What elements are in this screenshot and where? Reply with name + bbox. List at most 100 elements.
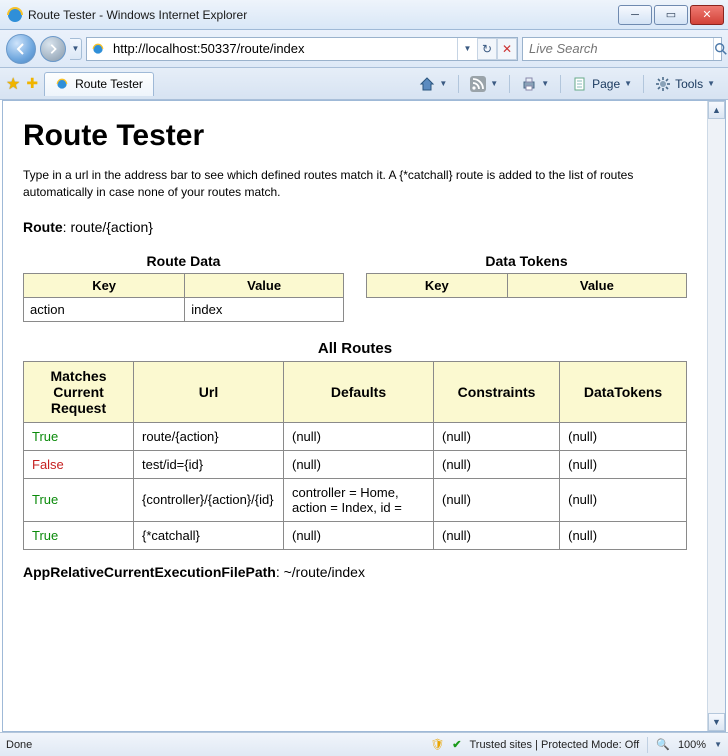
cell-datatokens: (null) <box>560 422 687 450</box>
cell-constraints: (null) <box>434 478 560 521</box>
col-key: Key <box>24 273 185 297</box>
print-button[interactable]: ▼ <box>514 72 556 96</box>
zoom-icon[interactable]: 🔍 <box>656 738 670 751</box>
all-routes-table: Matches Current Request Url Defaults Con… <box>23 361 687 550</box>
cell-constraints: (null) <box>434 450 560 478</box>
page-content: Route Tester Type in a url in the addres… <box>3 101 707 731</box>
search-input[interactable] <box>523 39 713 58</box>
table-row: action index <box>24 297 344 321</box>
route-data-table: Key Value action index <box>23 273 344 322</box>
chevron-down-icon: ▼ <box>439 79 447 88</box>
tools-menu-label: Tools <box>675 77 703 91</box>
cell-key: action <box>24 297 185 321</box>
search-icon <box>714 42 728 56</box>
route-data-title: Route Data <box>23 253 344 269</box>
col-value: Value <box>185 273 344 297</box>
data-tokens-title: Data Tokens <box>366 253 687 269</box>
route-value: route/{action} <box>70 219 153 235</box>
col-value: Value <box>507 273 686 297</box>
col-constraints: Constraints <box>434 361 560 422</box>
col-matches: Matches Current Request <box>24 361 134 422</box>
tab-title: Route Tester <box>75 77 143 91</box>
page-description: Type in a url in the address bar to see … <box>23 167 687 201</box>
col-defaults: Defaults <box>284 361 434 422</box>
stop-button[interactable]: ✕ <box>497 38 517 60</box>
cell-constraints: (null) <box>434 422 560 450</box>
col-key: Key <box>367 273 508 297</box>
address-bar: ▼ ↻ ✕ <box>86 37 518 61</box>
route-label: Route <box>23 219 63 235</box>
tools-menu[interactable]: Tools ▼ <box>648 72 722 96</box>
cell-defaults: (null) <box>284 422 434 450</box>
cell-match: True <box>24 478 134 521</box>
col-url: Url <box>134 361 284 422</box>
app-path-value: ~/route/index <box>284 564 365 580</box>
page-menu-label: Page <box>592 77 620 91</box>
maximize-button[interactable]: ▭ <box>654 5 688 25</box>
cell-defaults: (null) <box>284 521 434 549</box>
table-row: True route/{action} (null) (null) (null) <box>24 422 687 450</box>
cell-defaults: (null) <box>284 450 434 478</box>
data-tokens-block: Data Tokens Key Value <box>366 253 687 322</box>
rss-icon <box>470 76 486 92</box>
cell-datatokens: (null) <box>560 521 687 549</box>
navbar: ▼ ▼ ↻ ✕ ▼ <box>0 30 728 68</box>
cell-url: {controller}/{action}/{id} <box>134 478 284 521</box>
home-icon <box>419 76 435 92</box>
minimize-button[interactable]: ─ <box>618 5 652 25</box>
security-zone: Trusted sites | Protected Mode: Off <box>469 739 639 751</box>
cell-match: True <box>24 422 134 450</box>
url-input[interactable] <box>109 39 457 58</box>
page-menu[interactable]: Page ▼ <box>565 72 639 96</box>
window-title: Route Tester - Windows Internet Explorer <box>28 8 616 22</box>
command-bar: ▼ ▼ ▼ Page ▼ Tools ▼ <box>412 72 722 96</box>
status-text: Done <box>6 739 32 751</box>
nav-history-dropdown[interactable]: ▼ <box>70 38 82 60</box>
page-favicon-icon <box>87 42 109 56</box>
app-path-label: AppRelativeCurrentExecutionFilePath <box>23 564 276 580</box>
scroll-down-icon[interactable]: ▼ <box>708 713 725 731</box>
refresh-icon: ↻ <box>482 42 492 56</box>
cell-constraints: (null) <box>434 521 560 549</box>
scroll-up-icon[interactable]: ▲ <box>708 101 725 119</box>
cell-match: True <box>24 521 134 549</box>
check-icon: ✔ <box>452 738 461 751</box>
search-button[interactable] <box>713 38 728 60</box>
app-relative-path: AppRelativeCurrentExecutionFilePath: ~/r… <box>23 564 687 580</box>
back-arrow-icon <box>14 42 28 56</box>
forward-button[interactable] <box>40 36 66 62</box>
route-data-block: Route Data Key Value action index <box>23 253 344 322</box>
feeds-button[interactable]: ▼ <box>463 72 505 96</box>
zoom-level[interactable]: 100% <box>678 739 706 751</box>
table-row: True {controller}/{action}/{id} controll… <box>24 478 687 521</box>
col-datatokens: DataTokens <box>560 361 687 422</box>
titlebar: Route Tester - Windows Internet Explorer… <box>0 0 728 30</box>
refresh-button[interactable]: ↻ <box>477 38 497 60</box>
ie-logo-icon <box>6 6 24 24</box>
forward-arrow-icon <box>47 43 59 55</box>
cell-match: False <box>24 450 134 478</box>
current-route: Route: route/{action} <box>23 219 687 235</box>
home-button[interactable]: ▼ <box>412 72 454 96</box>
table-row: True {*catchall} (null) (null) (null) <box>24 521 687 549</box>
table-row: False test/id={id} (null) (null) (null) <box>24 450 687 478</box>
search-box: ▼ <box>522 37 722 61</box>
all-routes-title: All Routes <box>23 340 687 357</box>
tab-favicon-icon <box>55 77 69 91</box>
address-dropdown[interactable]: ▼ <box>457 38 477 60</box>
data-tokens-table: Key Value <box>366 273 687 298</box>
tabstrip: ★ ✚ Route Tester ▼ ▼ ▼ Page ▼ <box>0 68 728 100</box>
shield-icon: 🛡 <box>430 738 444 751</box>
x-icon: ✕ <box>502 42 512 56</box>
scrollbar[interactable]: ▲ ▼ <box>707 101 725 731</box>
add-favorite-icon[interactable]: ✚ <box>26 75 38 92</box>
back-button[interactable] <box>6 34 36 64</box>
chevron-down-icon: ▼ <box>490 79 498 88</box>
statusbar: Done 🛡 ✔ Trusted sites | Protected Mode:… <box>0 732 728 756</box>
active-tab[interactable]: Route Tester <box>44 72 154 96</box>
cell-datatokens: (null) <box>560 478 687 521</box>
chevron-down-icon[interactable]: ▼ <box>714 740 722 749</box>
favorites-star-icon[interactable]: ★ <box>6 74 20 94</box>
close-button[interactable]: ✕ <box>690 5 724 25</box>
cell-value: index <box>185 297 344 321</box>
